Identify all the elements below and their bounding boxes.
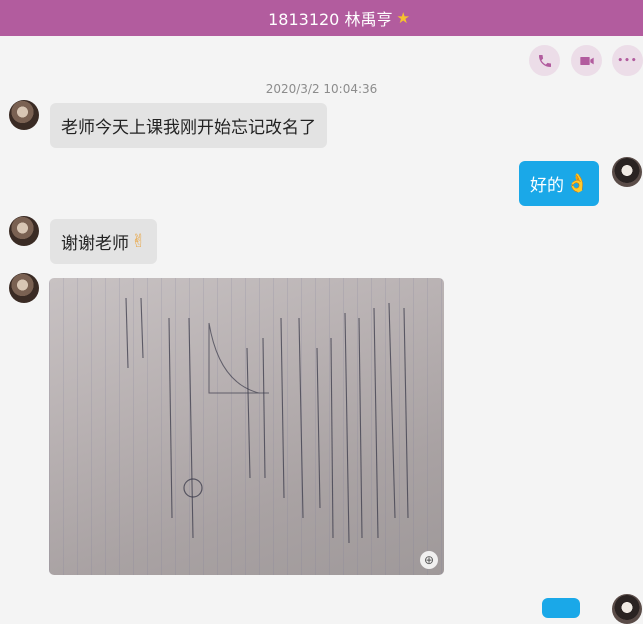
avatar[interactable] bbox=[9, 216, 39, 246]
avatar-self[interactable] bbox=[612, 157, 642, 187]
contact-title: 1813120 林禹亨 bbox=[268, 10, 393, 29]
message-bubble-incoming[interactable]: 老师今天上课我刚开始忘记改名了 bbox=[50, 103, 327, 148]
message-text: 好的 bbox=[530, 176, 564, 196]
more-icon: ••• bbox=[617, 55, 638, 66]
star-icon: ★ bbox=[396, 9, 410, 27]
chat-header: 1813120 林禹亨 ★ bbox=[0, 0, 643, 36]
video-icon bbox=[579, 56, 594, 65]
image-message[interactable]: ⊕ bbox=[49, 278, 444, 575]
ok-hand-emoji-icon: 👌 bbox=[566, 173, 589, 194]
zoom-icon[interactable]: ⊕ bbox=[420, 551, 438, 569]
phone-call-button[interactable] bbox=[529, 45, 560, 76]
avatar[interactable] bbox=[9, 100, 39, 130]
avatar[interactable] bbox=[9, 273, 39, 303]
avatar-self[interactable] bbox=[612, 594, 642, 624]
phone-icon bbox=[538, 54, 551, 67]
message-text: 谢谢老师 bbox=[61, 234, 129, 254]
more-options-button[interactable]: ••• bbox=[612, 45, 643, 76]
message-bubble-incoming[interactable]: 谢谢老师 ✌ bbox=[50, 219, 158, 264]
message-bubble-outgoing[interactable]: 好的 👌 bbox=[519, 161, 600, 206]
message-timestamp: 2020/3/2 10:04:36 bbox=[265, 82, 378, 96]
victory-hand-emoji-icon: ✌ bbox=[131, 231, 147, 252]
message-bubble-outgoing[interactable] bbox=[542, 598, 580, 618]
video-call-button[interactable] bbox=[571, 45, 602, 76]
handwriting-photo-icon bbox=[125, 297, 409, 544]
message-text: 老师今天上课我刚开始忘记改名了 bbox=[61, 118, 316, 138]
